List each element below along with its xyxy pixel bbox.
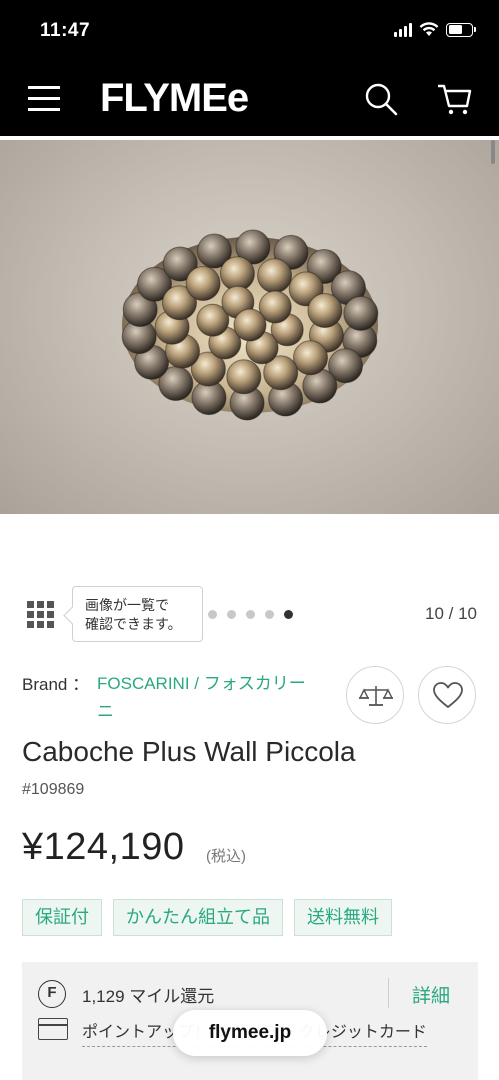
status-time: 11:47 [40, 20, 91, 41]
lamp-crystal-sphere [233, 308, 267, 342]
flymee-miles-icon: F [38, 980, 66, 1008]
status-icons [394, 22, 476, 37]
product-price: ¥124,190 [22, 826, 185, 868]
tooltip-line-1: 画像が一覧で [85, 597, 169, 613]
feature-tags: 保証付 かんたん組立て品 送料無料 [22, 899, 392, 936]
carousel-dot[interactable] [246, 610, 255, 619]
carousel-dot[interactable] [265, 610, 274, 619]
lamp-crystal-sphere [219, 256, 255, 292]
image-counter: 10 / 10 [425, 604, 477, 623]
carousel-dot[interactable] [227, 610, 236, 619]
product-image[interactable] [0, 140, 499, 514]
miles-detail-link[interactable]: 詳細 [412, 981, 450, 1008]
gallery-controls: 画像が一覧で 確認できます。 10 / 10 [0, 586, 499, 642]
favorite-button[interactable] [418, 666, 476, 724]
status-bar: 11:47 [0, 0, 499, 62]
grid-view-icon[interactable] [27, 601, 55, 629]
product-title: Caboche Plus Wall Piccola [22, 736, 356, 767]
lamp-crystal-sphere [257, 258, 293, 294]
scale-icon [358, 686, 394, 706]
app-header: 11:47 FLYMEe [0, 0, 499, 136]
lamp-illustration [121, 229, 379, 421]
lamp-crystal-sphere [185, 266, 221, 301]
tag-easy-assembly[interactable]: かんたん組立て品 [113, 899, 283, 936]
brand-label: Brand ： [22, 675, 90, 694]
lamp-crystal-sphere [293, 340, 328, 376]
product-sku: #109869 [22, 781, 85, 798]
wifi-icon [419, 22, 439, 36]
divider [388, 978, 389, 1008]
nav-bar: FLYMEe [0, 62, 499, 136]
brand-link[interactable]: FOSCARINI / フォスカリーニ [97, 670, 307, 726]
tax-note: (税込) [206, 848, 246, 865]
compare-button[interactable] [346, 666, 404, 724]
grid-view-tooltip: 画像が一覧で 確認できます。 [72, 586, 203, 642]
lamp-crystal-sphere [307, 293, 343, 328]
search-icon[interactable] [364, 82, 398, 116]
credit-card-icon [38, 1018, 68, 1040]
carousel-dot-active[interactable] [284, 610, 293, 619]
carousel-dots [208, 610, 293, 619]
tag-free-shipping[interactable]: 送料無料 [294, 899, 392, 936]
cart-icon[interactable] [436, 82, 472, 116]
carousel-dot[interactable] [208, 610, 217, 619]
tooltip-line-2: 確認できます。 [85, 616, 182, 632]
lamp-crystal-sphere [343, 295, 379, 331]
heart-icon [433, 682, 463, 708]
scrollbar[interactable] [491, 140, 495, 164]
miles-text: 1,129 マイル還元 [82, 987, 215, 1006]
battery-icon [446, 22, 476, 37]
tag-warranty[interactable]: 保証付 [22, 899, 102, 936]
lamp-crystal-sphere [226, 359, 262, 395]
menu-icon[interactable] [28, 86, 60, 112]
signal-icon [394, 22, 412, 37]
site-logo[interactable]: FLYMEe [100, 76, 249, 121]
browser-url-pill[interactable]: flymee.jp [173, 1010, 327, 1056]
